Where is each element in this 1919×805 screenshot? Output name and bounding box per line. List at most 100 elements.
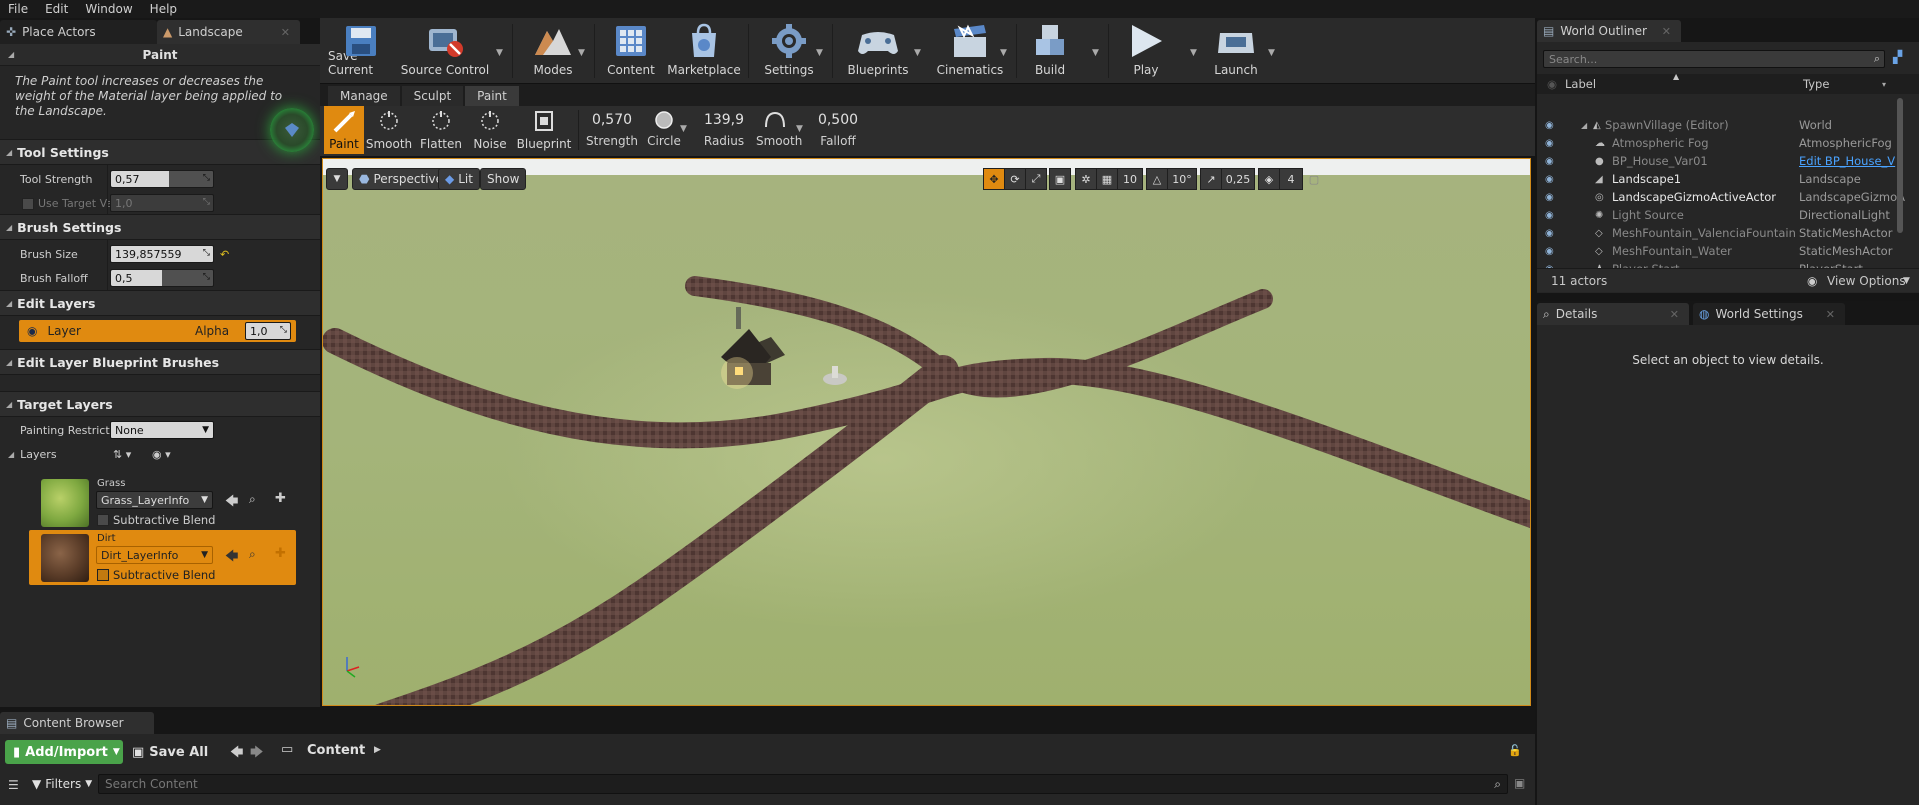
cinematics-button[interactable]: Cinematics <box>930 18 1010 82</box>
source-control-button[interactable]: Source Control <box>400 18 490 82</box>
menu-window[interactable]: Window <box>77 2 141 16</box>
forward-arrow-icon[interactable]: 🡆 <box>250 743 263 765</box>
target-layer-grass[interactable]: Grass Grass_LayerInfo ▼ 🡄 ⌕ ✚ Subtractiv… <box>29 475 296 530</box>
visibility-eye-icon[interactable]: ◉ <box>1545 246 1554 257</box>
visibility-eye-icon[interactable]: ◉ <box>27 324 37 338</box>
outliner-row[interactable]: ◉ ◇ MeshFountain_ValenciaFountain StaticMes… <box>1537 224 1919 242</box>
tab-paint[interactable]: Paint <box>465 86 519 106</box>
menu-help[interactable]: Help <box>142 2 186 16</box>
surface-snap-icon[interactable]: ✲ <box>1075 168 1097 190</box>
perspective-button[interactable]: ⬣ Perspective <box>352 168 450 190</box>
subtractive-blend-checkbox[interactable] <box>97 514 109 526</box>
chevron-down-icon[interactable]: ▼ <box>796 124 803 134</box>
expand-arrow-icon[interactable]: ◢ <box>1581 121 1587 130</box>
brush-falloff-slider[interactable]: 0,5 ⤡ <box>110 269 214 287</box>
tab-world-outliner[interactable]: ▤ World Outliner ✕ <box>1537 20 1681 42</box>
column-options-icon[interactable]: ▾ <box>1882 80 1886 89</box>
translate-mode-icon[interactable]: ✥ <box>983 168 1005 190</box>
tab-manage[interactable]: Manage <box>328 86 400 106</box>
type-column-header[interactable]: Type <box>1803 77 1829 91</box>
view-options-button[interactable]: View Options <box>1827 274 1906 288</box>
radius-value[interactable]: 139,9 <box>696 112 752 128</box>
launch-button[interactable]: Launch <box>1206 18 1266 82</box>
source-control-dropdown-icon[interactable]: ▼ <box>496 48 503 58</box>
layer-info-dropdown[interactable]: Dirt_LayerInfo ▼ <box>96 546 213 564</box>
tab-details[interactable]: ⌕ Details ✕ <box>1537 303 1689 325</box>
play-button[interactable]: Play <box>1116 18 1176 82</box>
build-dropdown-icon[interactable]: ▼ <box>1092 48 1099 58</box>
tab-sculpt[interactable]: Sculpt <box>401 86 464 106</box>
reset-arrow-icon[interactable]: ⤡ <box>203 173 210 183</box>
launch-dropdown-icon[interactable]: ▼ <box>1268 48 1275 58</box>
use-selected-arrow-icon[interactable]: 🡄 <box>225 492 238 514</box>
tab-landscape[interactable]: ▲ Landscape ✕ <box>157 20 300 44</box>
outliner-row[interactable]: ◉ ● BP_House_Var01 Edit BP_House_V <box>1537 152 1919 170</box>
blueprint-brushes-section[interactable]: ◢ Edit Layer Blueprint Brushes <box>0 349 320 375</box>
target-layer-dirt[interactable]: Dirt Dirt_LayerInfo ▼ 🡄 ⌕ ✚ Subtractive … <box>29 530 296 585</box>
save-current-button[interactable]: Save Current <box>328 18 394 82</box>
menu-file[interactable]: File <box>0 2 37 16</box>
content-search-input[interactable]: Search Content ⌕ <box>98 774 1508 794</box>
edit-layer-row[interactable]: ◉ Layer Alpha 1,0 ⤡ <box>19 320 296 342</box>
modes-button[interactable]: Modes <box>520 18 586 82</box>
rotation-snap-icon[interactable]: △ <box>1146 168 1168 190</box>
outliner-row[interactable]: ◉ ◎ LandscapeGizmoActiveActor LandscapeGizm… <box>1537 188 1919 206</box>
build-button[interactable]: Build <box>1024 18 1076 82</box>
lit-button[interactable]: ◆ Lit <box>438 168 480 190</box>
settings-dropdown-icon[interactable]: ▼ <box>816 48 823 58</box>
collapse-arrow-icon[interactable]: ◢ <box>8 50 14 59</box>
viewport-options-button[interactable]: ▼ <box>326 168 348 190</box>
menu-edit[interactable]: Edit <box>37 2 77 16</box>
add-import-button[interactable]: ▮ Add/Import ▼ <box>5 740 123 764</box>
reset-arrow-icon[interactable]: ⤡ <box>203 248 210 258</box>
reset-arrow-icon[interactable]: ⤡ <box>280 325 287 335</box>
rotate-mode-icon[interactable]: ⟳ <box>1004 168 1026 190</box>
camera-speed-icon[interactable]: ◈ <box>1258 168 1280 190</box>
browse-search-icon[interactable]: ⌕ <box>249 492 256 507</box>
brush-settings-section[interactable]: ◢ Brush Settings <box>0 214 320 240</box>
lock-icon[interactable]: 🔓 <box>1508 744 1522 757</box>
settings-button[interactable]: Settings <box>756 18 822 82</box>
edit-layers-section[interactable]: ◢ Edit Layers <box>0 290 320 316</box>
reset-to-default-icon[interactable]: ↶ <box>220 248 229 261</box>
sources-panel-icon[interactable]: ☰ <box>8 778 19 792</box>
reset-arrow-icon[interactable]: ⤡ <box>203 272 210 282</box>
strength-value[interactable]: 0,570 <box>584 112 640 128</box>
target-value-slider[interactable]: 1,0 ⤡ <box>110 194 214 212</box>
sort-icon[interactable]: ⇅ ▾ <box>113 448 131 461</box>
outliner-row[interactable]: ◉ ✺ Light Source DirectionalLight <box>1537 206 1919 224</box>
level-viewport[interactable]: ▼ ⬣ Perspective ◆ Lit Show ✥ ⟳ ⤢ ▣ ✲ ▦ 1… <box>322 158 1531 706</box>
landscape-scene[interactable] <box>323 159 1531 706</box>
close-icon[interactable]: ✕ <box>1654 25 1671 38</box>
path-content[interactable]: Content <box>307 743 365 758</box>
flatten-tool-button[interactable]: Flatten <box>418 106 464 154</box>
marketplace-button[interactable]: Marketplace <box>666 18 742 82</box>
blueprint-tool-button[interactable]: Blueprint <box>516 106 572 154</box>
tool-settings-section[interactable]: ◢ Tool Settings <box>0 139 320 165</box>
close-icon[interactable]: ✕ <box>1662 308 1679 321</box>
browse-search-icon[interactable]: ⌕ <box>249 547 256 562</box>
blueprints-button[interactable]: Blueprints <box>840 18 916 82</box>
smooth-tool-button[interactable]: Smooth <box>366 106 412 154</box>
add-layer-icon[interactable]: ✚ <box>275 546 286 561</box>
back-arrow-icon[interactable]: 🡄 <box>230 743 243 765</box>
circle-brush-icon[interactable] <box>654 110 674 130</box>
tab-place-actors[interactable]: ✜ Place Actors <box>0 20 157 44</box>
add-layer-icon[interactable]: ✚ <box>275 491 286 506</box>
show-button[interactable]: Show <box>480 168 527 190</box>
tab-world-settings[interactable]: ◍ World Settings ✕ <box>1693 303 1845 325</box>
camera-speed-value[interactable]: 4 <box>1279 168 1303 190</box>
scale-snap-value[interactable]: 0,25 <box>1221 168 1255 190</box>
visibility-eye-icon[interactable]: ◉ <box>1545 174 1554 185</box>
visibility-eye-icon[interactable]: ◉ <box>1545 192 1554 203</box>
layer-info-dropdown[interactable]: Grass_LayerInfo ▼ <box>96 491 213 509</box>
world-local-icon[interactable]: ▣ <box>1049 168 1071 190</box>
use-selected-arrow-icon[interactable]: 🡄 <box>225 547 238 569</box>
scale-snap-icon[interactable]: ↗ <box>1200 168 1222 190</box>
visibility-eye-icon[interactable]: ◉ <box>1545 210 1554 221</box>
tab-content-browser[interactable]: ▤ Content Browser <box>0 712 154 734</box>
smooth-falloff-icon[interactable] <box>764 111 786 129</box>
add-folder-icon[interactable]: ▞ <box>1893 50 1902 64</box>
close-icon[interactable]: ✕ <box>1818 308 1835 321</box>
reset-arrow-icon[interactable]: ⤡ <box>203 197 210 207</box>
